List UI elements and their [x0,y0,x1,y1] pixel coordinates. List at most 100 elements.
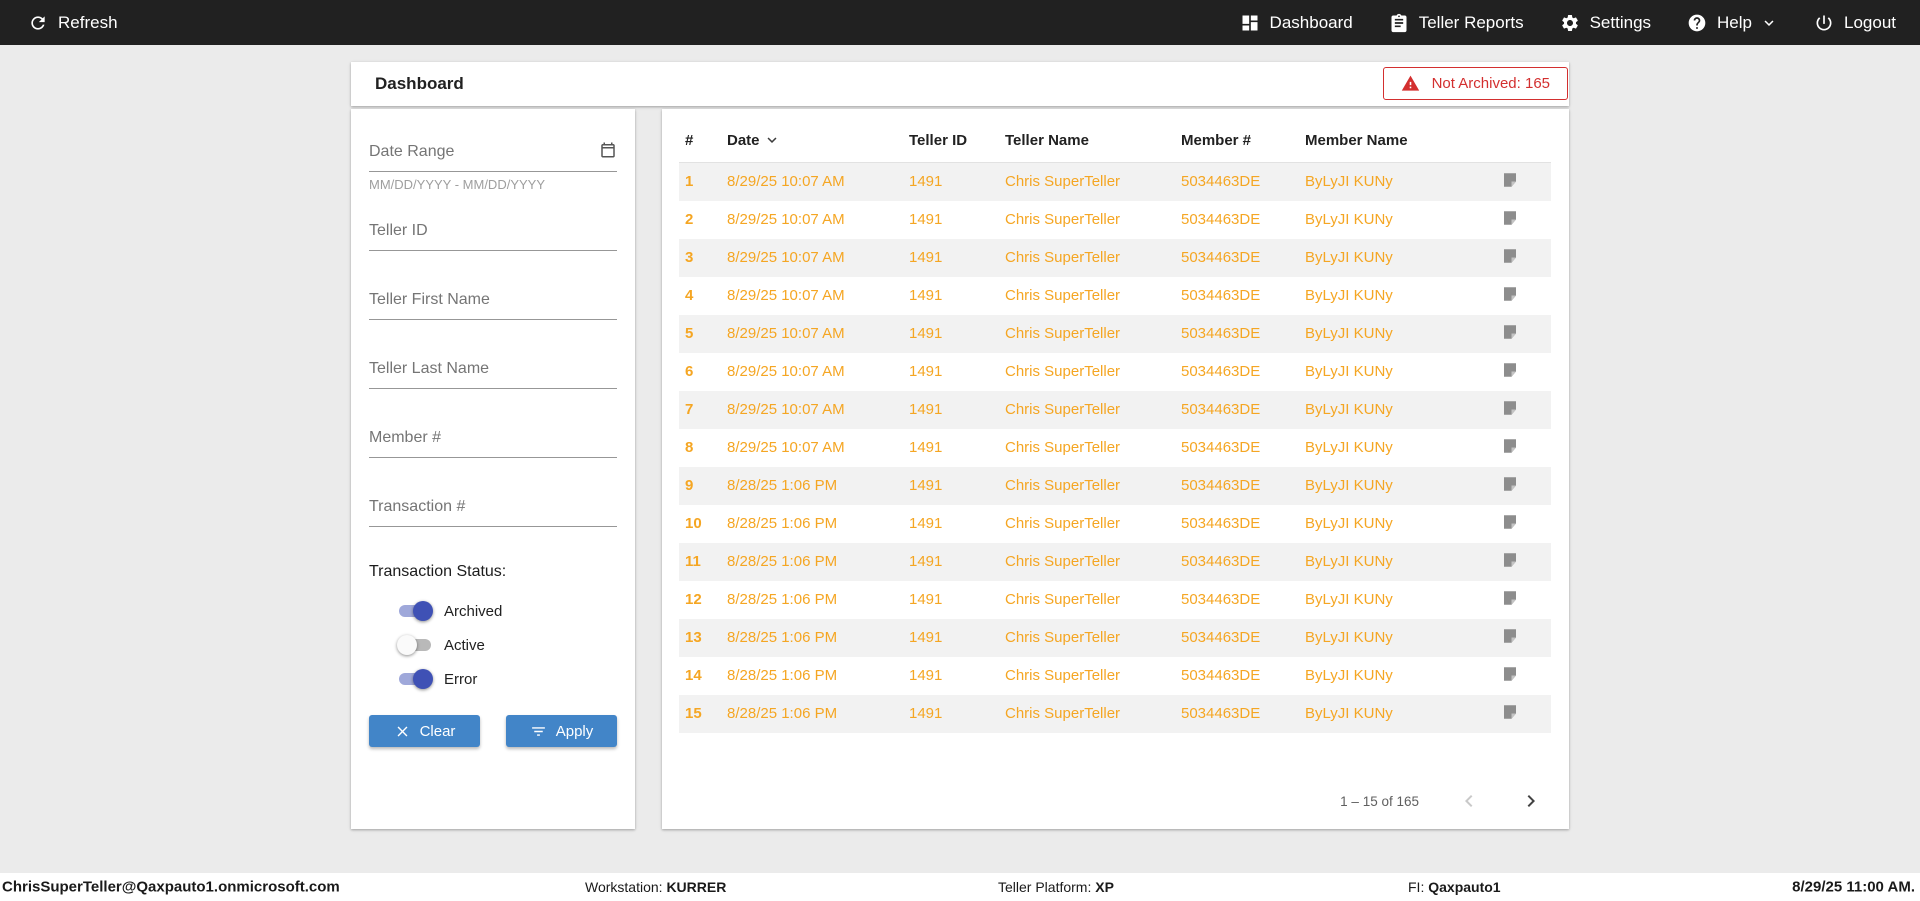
row-note-button[interactable] [1501,627,1519,645]
nav-dashboard[interactable]: Dashboard [1240,13,1353,33]
table-row[interactable]: 9 8/28/25 1:06 PM 1491 Chris SuperTeller 503… [679,466,1551,505]
date-range-calendar-button[interactable] [599,141,617,159]
toggle-active[interactable] [397,635,433,655]
cell-member-number: 5034463DE [1181,515,1261,532]
note-icon [1504,286,1516,301]
cell-date: 8/29/25 10:07 AM [727,363,845,380]
cell-member-number: 5034463DE [1181,553,1261,570]
page-title: Dashboard [375,74,464,93]
row-note-button[interactable] [1501,209,1519,227]
cell-note [1495,163,1551,201]
cell-member-name: ByLyJI KUNy [1305,401,1393,418]
note-icon [1504,514,1516,529]
cell-member-name: ByLyJI KUNy [1305,553,1393,570]
teller-first-name-input[interactable] [369,287,617,319]
previous-page-button[interactable] [1457,789,1481,813]
cell-teller-id: 1491 [909,629,943,646]
table-row[interactable]: 12 8/28/25 1:06 PM 1491 Chris SuperTeller 50… [679,581,1551,619]
date-range-input[interactable] [369,139,617,171]
table-row[interactable]: 7 8/29/25 10:07 AM 1491 Chris SuperTeller 50… [679,390,1551,429]
field-group-member-number [369,425,617,458]
clear-button[interactable]: Clear [369,715,480,747]
cell-member-number: 5034463DE [1181,363,1261,380]
cell-note [1495,543,1551,581]
cell-member-name: ByLyJI KUNy [1305,591,1393,608]
cell-teller-name: Chris SuperTeller [1005,173,1121,191]
nav-teller-reports[interactable]: Teller Reports [1389,13,1524,33]
table-row[interactable]: 10 8/28/25 1:06 PM 1491 Chris SuperTeller 50… [679,505,1551,543]
nav-settings[interactable]: Settings [1560,13,1651,33]
cell-teller-id: 1491 [909,705,943,722]
row-note-button[interactable] [1501,551,1519,569]
table-row[interactable]: 13 8/28/25 1:06 PM 1491 Chris SuperTeller 50… [679,618,1551,657]
table-row[interactable]: 3 8/29/25 10:07 AM 1491 Chris SuperTeller 50… [679,238,1551,277]
row-note-button[interactable] [1501,399,1519,417]
footer-platform-value: XP [1095,879,1114,895]
field-group-teller-first-name [369,287,617,320]
row-note-button[interactable] [1501,361,1519,379]
row-number: 6 [685,363,694,380]
status-footer: ChrisSuperTeller@Qaxpauto1.onmicrosoft.c… [0,873,1920,901]
not-archived-badge[interactable]: Not Archived: 165 [1382,67,1568,100]
table-row[interactable]: 14 8/28/25 1:06 PM 1491 Chris SuperTeller 50… [679,657,1551,695]
pagination: 1 – 15 of 165 [1340,789,1543,813]
row-note-button[interactable] [1501,703,1519,721]
table-row[interactable]: 11 8/28/25 1:06 PM 1491 Chris SuperTeller 50… [679,542,1551,581]
chevron-down-icon [1764,19,1774,26]
cell-teller-name: Chris SuperTeller [1005,401,1121,418]
field-group-teller-last-name [369,356,617,389]
toggle-row-error: Error [397,669,617,689]
filter-panel: MM/DD/YYYY - MM/DD/YYYY Transaction Stat… [351,109,635,829]
cell-date: 8/29/25 10:07 AM [727,173,845,191]
cell-note [1495,467,1551,505]
row-number: 1 [685,173,694,191]
row-note-button[interactable] [1501,513,1519,531]
apply-button[interactable]: Apply [506,715,617,747]
cell-member-number: 5034463DE [1181,591,1261,608]
table-row[interactable]: 6 8/29/25 10:07 AM 1491 Chris SuperTeller 50… [679,353,1551,391]
clear-button-label: Clear [419,722,456,740]
filter-icon [531,726,545,736]
row-note-button[interactable] [1501,247,1519,265]
cell-teller-id: 1491 [909,325,943,342]
page-header: Dashboard Not Archived: 165 [351,62,1569,106]
row-note-button[interactable] [1501,171,1519,189]
row-note-button[interactable] [1501,437,1519,455]
toggle-archived[interactable] [397,601,433,621]
transaction-number-input[interactable] [369,494,617,526]
toggle-error[interactable] [397,669,433,689]
cell-note [1495,315,1551,353]
teller-last-name-input[interactable] [369,356,617,388]
note-icon [1504,324,1516,339]
teller-id-input[interactable] [369,218,617,250]
cell-member-number: 5034463DE [1181,401,1261,418]
cell-member-number: 5034463DE [1181,439,1261,456]
cell-date: 8/28/25 1:06 PM [727,515,838,532]
field-group-date-range: MM/DD/YYYY - MM/DD/YYYY [369,139,617,192]
row-note-button[interactable] [1501,589,1519,607]
field-group-transaction-number [369,494,617,527]
table-row[interactable]: 2 8/29/25 10:07 AM 1491 Chris SuperTeller 50… [679,201,1551,239]
member-number-input[interactable] [369,425,617,457]
refresh-button[interactable]: Refresh [28,13,118,33]
col-date[interactable]: Date [721,123,903,163]
table-row[interactable]: 1 8/29/25 10:07 AM 1491 Chris SuperTeller 50… [679,162,1551,201]
row-note-button[interactable] [1501,665,1519,683]
table-row[interactable]: 4 8/29/25 10:07 AM 1491 Chris SuperTeller 50… [679,277,1551,315]
cell-member-number: 5034463DE [1181,477,1261,494]
note-icon [1504,400,1516,415]
help-icon [1688,14,1706,31]
nav-logout[interactable]: Logout [1814,13,1896,33]
row-note-button[interactable] [1501,285,1519,303]
row-note-button[interactable] [1501,323,1519,341]
table-row[interactable]: 5 8/29/25 10:07 AM 1491 Chris SuperTeller 50… [679,314,1551,353]
cell-member-name: ByLyJI KUNy [1305,439,1393,456]
cell-teller-id: 1491 [909,401,943,418]
row-note-button[interactable] [1501,475,1519,493]
nav-help[interactable]: Help [1687,13,1778,33]
toggle-label-error: Error [444,670,478,688]
row-number: 5 [685,325,694,342]
table-row[interactable]: 8 8/29/25 10:07 AM 1491 Chris SuperTeller 50… [679,429,1551,467]
next-page-button[interactable] [1519,789,1543,813]
table-row[interactable]: 15 8/28/25 1:06 PM 1491 Chris SuperTeller 50… [679,694,1551,733]
